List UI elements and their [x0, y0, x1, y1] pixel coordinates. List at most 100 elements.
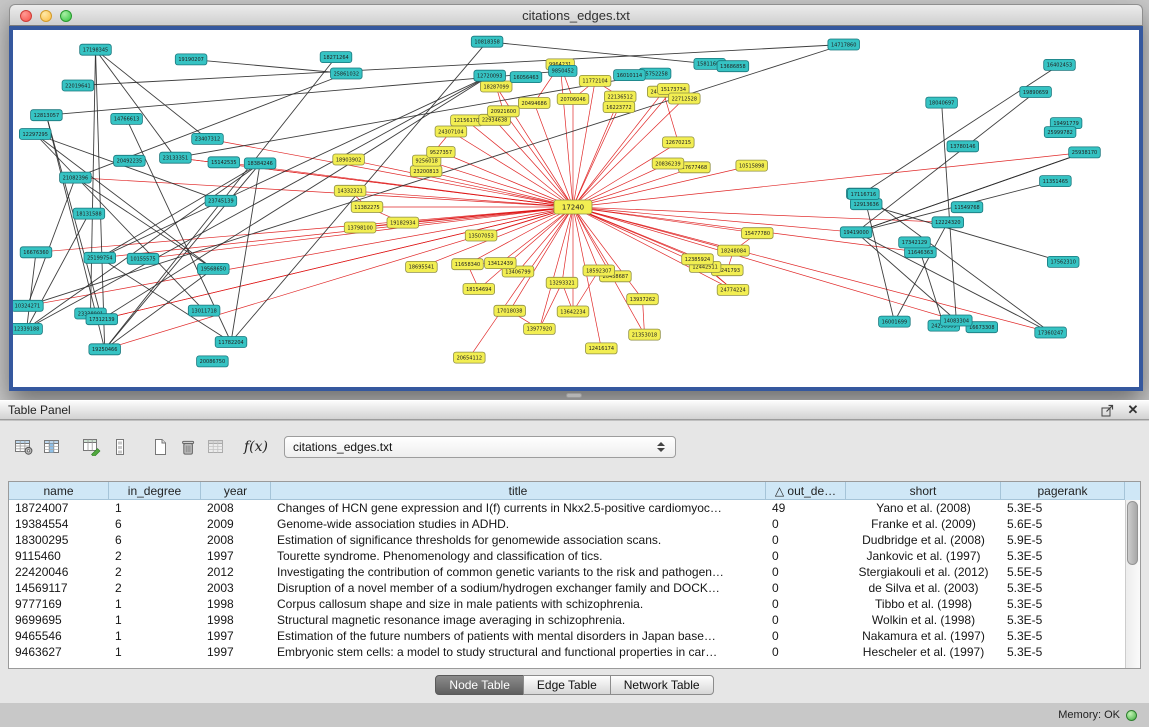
cell-name[interactable]: 9699695: [9, 613, 109, 627]
cell-pagerank[interactable]: 5.3E-5: [1001, 501, 1125, 515]
cell-in_degree[interactable]: 2: [109, 549, 201, 563]
scrollbar-thumb[interactable]: [1127, 501, 1138, 565]
cell-year[interactable]: 2009: [201, 517, 271, 531]
table-row[interactable]: 969969511998Structural magnetic resonanc…: [9, 612, 1125, 628]
splitter-handle-icon[interactable]: [566, 393, 582, 398]
tab-edge-table[interactable]: Edge Table: [523, 675, 611, 695]
import-table-icon[interactable]: [202, 434, 230, 460]
cell-out_degree[interactable]: 0: [766, 533, 846, 547]
cell-year[interactable]: 2008: [201, 533, 271, 547]
cell-name[interactable]: 9463627: [9, 645, 109, 659]
cell-year[interactable]: 1997: [201, 549, 271, 563]
column-header-title[interactable]: title: [271, 482, 766, 500]
cell-pagerank[interactable]: 5.3E-5: [1001, 613, 1125, 627]
cell-name[interactable]: 14569117: [9, 581, 109, 595]
cell-short[interactable]: Yano et al. (2008): [846, 501, 1001, 515]
zoom-window-button[interactable]: [60, 10, 72, 22]
float-panel-icon[interactable]: [1099, 403, 1115, 417]
panel-splitter[interactable]: [0, 391, 1149, 400]
cell-out_degree[interactable]: 0: [766, 565, 846, 579]
table-row[interactable]: 911546021997Tourette syndrome. Phenomeno…: [9, 548, 1125, 564]
table-row[interactable]: 1830029562008Estimation of significance …: [9, 532, 1125, 548]
table-settings-icon[interactable]: [10, 434, 38, 460]
column-header-short[interactable]: short: [846, 482, 1001, 500]
cell-in_degree[interactable]: 6: [109, 533, 201, 547]
cell-name[interactable]: 18724007: [9, 501, 109, 515]
function-builder-button[interactable]: f(x): [242, 434, 270, 460]
column-header-pagerank[interactable]: pagerank: [1001, 482, 1125, 500]
new-file-icon[interactable]: [146, 434, 174, 460]
cell-year[interactable]: 1997: [201, 645, 271, 659]
cell-out_degree[interactable]: 0: [766, 581, 846, 595]
edit-table-icon[interactable]: [78, 434, 106, 460]
cell-title[interactable]: Genome-wide association studies in ADHD.: [271, 517, 766, 531]
cell-short[interactable]: Franke et al. (2009): [846, 517, 1001, 531]
cell-year[interactable]: 2012: [201, 565, 271, 579]
cell-in_degree[interactable]: 2: [109, 565, 201, 579]
cell-in_degree[interactable]: 1: [109, 597, 201, 611]
cell-out_degree[interactable]: 0: [766, 645, 846, 659]
columns-visibility-icon[interactable]: [38, 434, 66, 460]
cell-out_degree[interactable]: 0: [766, 549, 846, 563]
table-row[interactable]: 1938455462009Genome-wide association stu…: [9, 516, 1125, 532]
column-header-in_degree[interactable]: in_degree: [109, 482, 201, 500]
cell-title[interactable]: Estimation of significance thresholds fo…: [271, 533, 766, 547]
cell-pagerank[interactable]: 5.5E-5: [1001, 565, 1125, 579]
cell-name[interactable]: 9465546: [9, 629, 109, 643]
cell-title[interactable]: Structural magnetic resonance image aver…: [271, 613, 766, 627]
table-row[interactable]: 946362711997Embryonic stem cells: a mode…: [9, 644, 1125, 660]
cell-pagerank[interactable]: 5.9E-5: [1001, 533, 1125, 547]
cell-title[interactable]: Investigating the contribution of common…: [271, 565, 766, 579]
cell-pagerank[interactable]: 5.3E-5: [1001, 645, 1125, 659]
cell-short[interactable]: de Silva et al. (2003): [846, 581, 1001, 595]
cell-pagerank[interactable]: 5.3E-5: [1001, 581, 1125, 595]
cell-short[interactable]: Dudbridge et al. (2008): [846, 533, 1001, 547]
cell-year[interactable]: 1998: [201, 597, 271, 611]
cell-short[interactable]: Stergiakouli et al. (2012): [846, 565, 1001, 579]
cell-name[interactable]: 9115460: [9, 549, 109, 563]
cell-pagerank[interactable]: 5.3E-5: [1001, 549, 1125, 563]
table-row[interactable]: 2242004622012Investigating the contribut…: [9, 564, 1125, 580]
cell-in_degree[interactable]: 1: [109, 645, 201, 659]
minimize-window-button[interactable]: [40, 10, 52, 22]
cell-title[interactable]: Tourette syndrome. Phenomenology and cla…: [271, 549, 766, 563]
cell-out_degree[interactable]: 49: [766, 501, 846, 515]
tab-node-table[interactable]: Node Table: [435, 675, 524, 695]
cell-pagerank[interactable]: 5.6E-5: [1001, 517, 1125, 531]
table-scrollbar[interactable]: [1125, 500, 1140, 668]
cell-pagerank[interactable]: 5.3E-5: [1001, 597, 1125, 611]
cell-in_degree[interactable]: 1: [109, 501, 201, 515]
cell-name[interactable]: 18300295: [9, 533, 109, 547]
cell-title[interactable]: Changes of HCN gene expression and I(f) …: [271, 501, 766, 515]
column-header-name[interactable]: name: [9, 482, 109, 500]
cell-out_degree[interactable]: 0: [766, 597, 846, 611]
cell-short[interactable]: Nakamura et al. (1997): [846, 629, 1001, 643]
cell-short[interactable]: Tibbo et al. (1998): [846, 597, 1001, 611]
cell-out_degree[interactable]: 0: [766, 629, 846, 643]
cell-in_degree[interactable]: 1: [109, 613, 201, 627]
cell-title[interactable]: Corpus callosum shape and size in male p…: [271, 597, 766, 611]
table-row[interactable]: 977716911998Corpus callosum shape and si…: [9, 596, 1125, 612]
cell-out_degree[interactable]: 0: [766, 517, 846, 531]
close-panel-icon[interactable]: ✕: [1125, 403, 1141, 417]
cell-short[interactable]: Hescheler et al. (1997): [846, 645, 1001, 659]
cell-year[interactable]: 1997: [201, 629, 271, 643]
cell-in_degree[interactable]: 6: [109, 517, 201, 531]
cell-in_degree[interactable]: 2: [109, 581, 201, 595]
cell-name[interactable]: 19384554: [9, 517, 109, 531]
cell-short[interactable]: Wolkin et al. (1998): [846, 613, 1001, 627]
table-chooser-select[interactable]: citations_edges.txt: [284, 436, 676, 458]
table-row[interactable]: 1872400712008Changes of HCN gene express…: [9, 500, 1125, 516]
network-canvas[interactable]: 1724015477780182480841224179312442511247…: [13, 30, 1139, 387]
cell-title[interactable]: Estimation of the future numbers of pati…: [271, 629, 766, 643]
cell-pagerank[interactable]: 5.3E-5: [1001, 629, 1125, 643]
cell-name[interactable]: 9777169: [9, 597, 109, 611]
delete-icon[interactable]: [174, 434, 202, 460]
table-row[interactable]: 1456911722003Disruption of a novel membe…: [9, 580, 1125, 596]
cell-name[interactable]: 22420046: [9, 565, 109, 579]
cell-title[interactable]: Disruption of a novel member of a sodium…: [271, 581, 766, 595]
close-window-button[interactable]: [20, 10, 32, 22]
column-header-year[interactable]: year: [201, 482, 271, 500]
cell-year[interactable]: 2003: [201, 581, 271, 595]
cell-short[interactable]: Jankovic et al. (1997): [846, 549, 1001, 563]
